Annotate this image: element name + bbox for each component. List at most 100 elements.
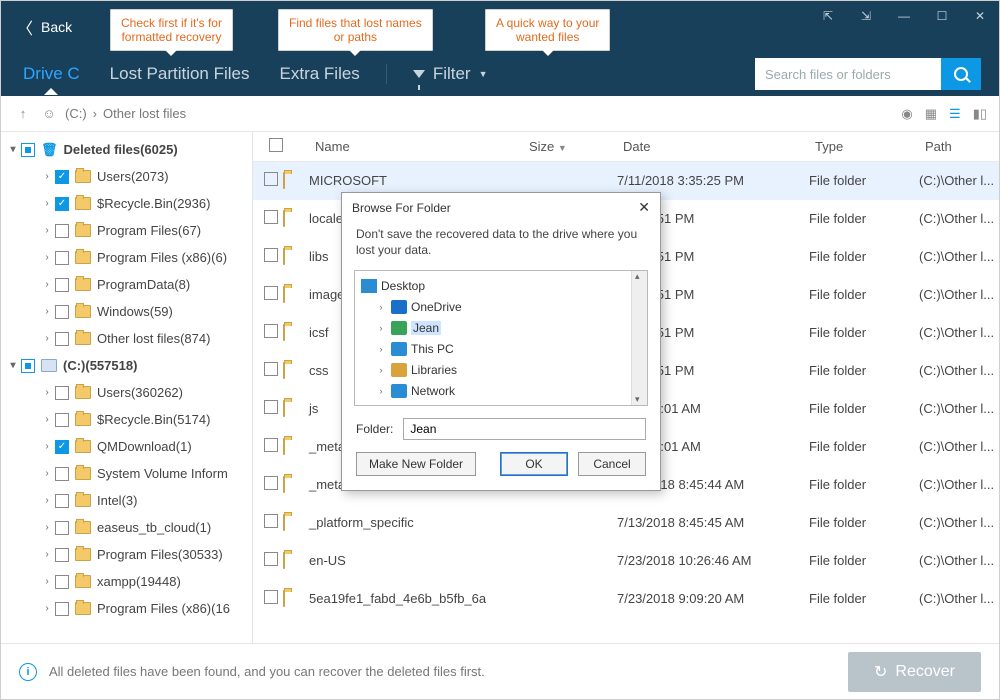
col-date[interactable]: Date <box>617 139 809 154</box>
checkbox[interactable] <box>55 467 69 481</box>
tree-item[interactable]: ›✓Users(2073) <box>1 163 252 190</box>
checkbox[interactable] <box>55 251 69 265</box>
tree-item[interactable]: ›Windows(59) <box>1 298 252 325</box>
tree-item[interactable]: ›xampp(19448) <box>1 568 252 595</box>
checkbox[interactable] <box>264 210 278 224</box>
col-path[interactable]: Path <box>919 139 999 154</box>
tree-item[interactable]: ›✓$Recycle.Bin(2936) <box>1 190 252 217</box>
table-row[interactable]: en-US7/23/2018 10:26:46 AMFile folder(C:… <box>253 542 999 580</box>
filter-button[interactable]: Filter ▼ <box>409 54 492 94</box>
checkbox[interactable] <box>55 494 69 508</box>
tree-item[interactable]: ›System Volume Inform <box>1 460 252 487</box>
table-row[interactable]: 5ea19fe1_fabd_4e6b_b5fb_6a7/23/2018 9:09… <box>253 580 999 618</box>
tree-item[interactable]: ›easeus_tb_cloud(1) <box>1 514 252 541</box>
tree-item[interactable]: ›$Recycle.Bin(5174) <box>1 406 252 433</box>
checkbox[interactable] <box>55 305 69 319</box>
checkbox[interactable] <box>264 248 278 262</box>
cell-type: File folder <box>809 553 919 568</box>
recover-button[interactable]: ↻ Recover <box>848 652 981 692</box>
checkbox[interactable] <box>264 172 278 186</box>
close-icon[interactable]: ✕ <box>961 1 999 31</box>
dialog-tree[interactable]: Desktop ›OneDrive›Jean›This PC›Libraries… <box>354 270 648 406</box>
checkbox[interactable] <box>55 278 69 292</box>
checkbox[interactable] <box>264 590 278 604</box>
scrollbar[interactable] <box>631 271 647 405</box>
filter-icon <box>413 70 425 78</box>
eye-icon[interactable]: ◉ <box>901 106 912 122</box>
checkbox[interactable] <box>55 332 69 346</box>
checkbox[interactable] <box>264 324 278 338</box>
tree-item[interactable]: ›✓QMDownload(1) <box>1 433 252 460</box>
tree-item[interactable]: ›Jean <box>357 317 645 338</box>
tree-item[interactable]: ›Program Files(30533) <box>1 541 252 568</box>
export-icon[interactable]: ⇲ <box>847 1 885 31</box>
grid-view-icon[interactable]: ▦ <box>925 106 937 122</box>
tree-item[interactable]: ›This PC <box>357 338 645 359</box>
checkbox[interactable] <box>264 476 278 490</box>
tree-item[interactable]: ›ProgramData(8) <box>1 271 252 298</box>
col-type[interactable]: Type <box>809 139 919 154</box>
checkbox-all[interactable] <box>269 138 283 152</box>
tree-item[interactable]: ›Program Files(67) <box>1 217 252 244</box>
checkbox[interactable] <box>55 521 69 535</box>
tree-group-drive[interactable]: ▾ (C:)(557518) <box>1 352 252 379</box>
up-icon[interactable]: ↑ <box>13 104 33 124</box>
checkbox[interactable] <box>21 359 35 373</box>
cell-type: File folder <box>809 287 919 302</box>
checkbox[interactable] <box>55 602 69 616</box>
checkbox[interactable]: ✓ <box>55 170 69 184</box>
chevron-right-icon: › <box>375 323 387 333</box>
search-input[interactable] <box>755 58 941 90</box>
tree-item[interactable]: ›Users(360262) <box>1 379 252 406</box>
folder-input[interactable] <box>403 418 646 440</box>
import-icon[interactable]: ⇱ <box>809 1 847 31</box>
checkbox[interactable] <box>264 286 278 300</box>
checkbox[interactable] <box>55 548 69 562</box>
checkbox[interactable] <box>55 575 69 589</box>
cancel-button[interactable]: Cancel <box>578 452 646 476</box>
tree-item[interactable]: ›Program Files (x86)(6) <box>1 244 252 271</box>
checkbox[interactable] <box>55 386 69 400</box>
breadcrumb-folder[interactable]: Other lost files <box>103 106 186 121</box>
tab-lost-partition[interactable]: Lost Partition Files <box>106 54 254 94</box>
close-icon[interactable]: ✕ <box>638 199 650 216</box>
make-new-folder-button[interactable]: Make New Folder <box>356 452 476 476</box>
checkbox[interactable] <box>264 552 278 566</box>
tree-item[interactable]: ›OneDrive <box>357 296 645 317</box>
checkbox[interactable] <box>264 438 278 452</box>
checkbox[interactable] <box>264 400 278 414</box>
checkbox[interactable] <box>55 224 69 238</box>
back-button[interactable]: 〈 Back <box>1 1 88 53</box>
table-row[interactable]: _platform_specific7/13/2018 8:45:45 AMFi… <box>253 504 999 542</box>
folder-icon <box>75 305 91 318</box>
breadcrumb-drive[interactable]: (C:) <box>65 106 87 121</box>
checkbox[interactable]: ✓ <box>55 440 69 454</box>
checkbox[interactable] <box>55 413 69 427</box>
checkbox[interactable]: ✓ <box>55 197 69 211</box>
folder-icon <box>75 278 91 291</box>
minimize-icon[interactable]: — <box>885 1 923 31</box>
checkbox[interactable] <box>264 362 278 376</box>
detail-view-icon[interactable]: ▮▯ <box>973 106 987 122</box>
folder-icon <box>75 467 91 480</box>
user-icon[interactable]: ☺ <box>39 104 59 124</box>
tree-item[interactable]: ›Intel(3) <box>1 487 252 514</box>
ok-button[interactable]: OK <box>500 452 568 476</box>
col-size[interactable]: Size ▼ <box>523 139 617 154</box>
tree-item[interactable]: ›Other lost files(874) <box>1 325 252 352</box>
tree-group-deleted[interactable]: ▾ 🗑 Deleted files(6025) <box>1 136 252 163</box>
tree-item[interactable]: ›Network <box>357 380 645 401</box>
search-button[interactable] <box>941 58 981 90</box>
checkbox[interactable] <box>264 514 278 528</box>
cell-name: 5ea19fe1_fabd_4e6b_b5fb_6a <box>309 591 523 606</box>
tree-item-desktop[interactable]: Desktop <box>357 275 645 296</box>
list-view-icon[interactable]: ☰ <box>949 106 961 122</box>
tree-item[interactable]: ›Program Files (x86)(16 <box>1 595 252 622</box>
checkbox[interactable] <box>21 143 35 157</box>
tab-drive-c[interactable]: Drive C <box>19 54 84 94</box>
tab-extra-files[interactable]: Extra Files <box>276 54 364 94</box>
navbar: Drive C Lost Partition Files Extra Files… <box>1 52 999 96</box>
col-name[interactable]: Name <box>309 139 523 154</box>
tree-item[interactable]: ›Libraries <box>357 359 645 380</box>
maximize-icon[interactable]: ☐ <box>923 1 961 31</box>
